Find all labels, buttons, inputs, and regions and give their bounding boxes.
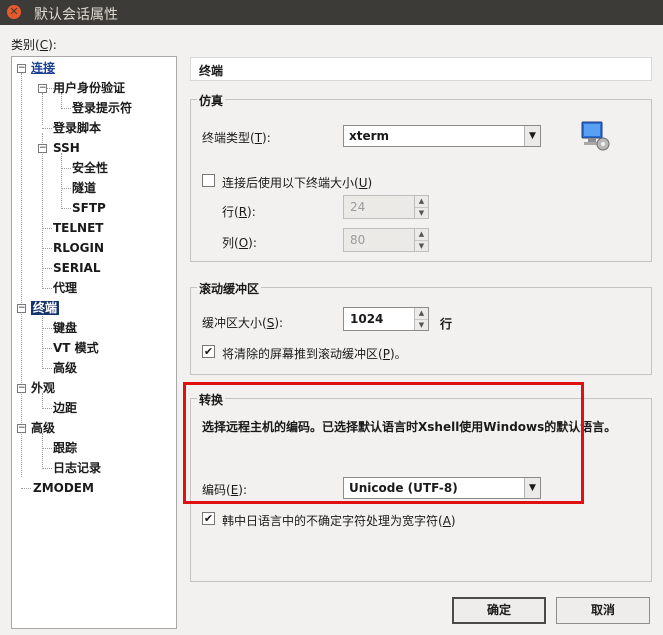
tree-item-connection[interactable]: 连接 [31, 60, 55, 76]
tree-item-terminal[interactable]: 终端 [31, 300, 60, 316]
tree-item-appearance[interactable]: 外观 [31, 380, 55, 396]
spin-down-icon[interactable]: ▼ [415, 207, 428, 218]
rows-spinbox[interactable]: 24 ▲ ▼ [343, 195, 429, 219]
tree-item-rlogin[interactable]: RLOGIN [53, 240, 104, 256]
tree-item-proxy[interactable]: 代理 [53, 280, 77, 296]
tree-item-login-prompts[interactable]: 登录提示符 [72, 100, 132, 116]
spin-up-icon[interactable]: ▲ [415, 196, 428, 207]
section-header: 终端 [190, 57, 652, 81]
emulation-group-title: 仿真 [197, 92, 226, 109]
tree-item-ssh[interactable]: SSH [53, 140, 80, 156]
tree-item-terminal-advanced[interactable]: 高级 [53, 360, 77, 376]
tree-item-security[interactable]: 安全性 [72, 160, 108, 176]
cancel-button[interactable]: 取消 [556, 597, 650, 624]
category-label: 类别(C): [11, 38, 57, 52]
tree-item-tunneling[interactable]: 隧道 [72, 180, 96, 196]
chevron-down-icon[interactable]: ▼ [524, 126, 540, 146]
tree-item-margins[interactable]: 边距 [53, 400, 77, 416]
title-bar: ✕ 默认会话属性 [0, 0, 663, 25]
tree-item-login-scripts[interactable]: 登录脚本 [53, 120, 101, 136]
tree-item-zmodem[interactable]: ZMODEM [33, 480, 94, 496]
rows-label: 行(R): [222, 205, 256, 219]
use-terminal-size-label: 连接后使用以下终端大小(U) [222, 176, 373, 190]
push-to-scrollback-checkbox[interactable]: ✔ [202, 345, 215, 358]
window-title: 默认会话属性 [34, 7, 118, 23]
tree-item-user-auth[interactable]: 用户身份验证 [53, 80, 125, 96]
category-tree[interactable]: − 连接 − 用户身份验证 登录提示符 登录脚本 − SSH 安全性 隧道 SF… [11, 56, 177, 629]
columns-spinbox[interactable]: 80 ▲ ▼ [343, 228, 429, 252]
collapse-icon[interactable]: − [17, 384, 26, 393]
terminal-monitor-icon [578, 119, 612, 153]
collapse-icon[interactable]: − [17, 64, 26, 73]
close-icon[interactable]: ✕ [7, 5, 21, 19]
buffer-size-label: 缓冲区大小(S): [202, 316, 284, 330]
use-terminal-size-checkbox[interactable] [202, 174, 215, 187]
spin-down-icon[interactable]: ▼ [415, 240, 428, 251]
tree-item-telnet[interactable]: TELNET [53, 220, 103, 236]
columns-label: 列(O): [222, 236, 257, 250]
tree-item-logging[interactable]: 日志记录 [53, 460, 101, 476]
buffer-unit-label: 行 [440, 317, 453, 331]
tree-item-serial[interactable]: SERIAL [53, 260, 100, 276]
ok-button[interactable]: 确定 [452, 597, 546, 624]
tree-item-sftp[interactable]: SFTP [72, 200, 106, 216]
terminal-type-select[interactable]: xterm ▼ [343, 125, 541, 147]
highlight-annotation [183, 382, 584, 504]
cjk-wide-char-checkbox[interactable]: ✔ [202, 512, 215, 525]
collapse-icon[interactable]: − [38, 84, 47, 93]
collapse-icon[interactable]: − [17, 424, 26, 433]
buffer-size-spinbox[interactable]: 1024 ▲ ▼ [343, 307, 429, 331]
tree-item-trace[interactable]: 跟踪 [53, 440, 77, 456]
collapse-icon[interactable]: − [38, 144, 47, 153]
tree-item-keyboard[interactable]: 键盘 [53, 320, 77, 336]
cjk-wide-char-label: 韩中日语言中的不确定字符处理为宽字符(A) [222, 514, 456, 528]
collapse-icon[interactable]: − [17, 304, 26, 313]
tree-item-vt-modes[interactable]: VT 模式 [53, 340, 99, 356]
scrollback-group-title: 滚动缓冲区 [197, 280, 262, 297]
spin-up-icon[interactable]: ▲ [415, 308, 428, 319]
push-to-scrollback-label: 将清除的屏幕推到滚动缓冲区(P)。 [222, 347, 407, 361]
spin-down-icon[interactable]: ▼ [415, 319, 428, 330]
tree-item-advanced[interactable]: 高级 [31, 420, 55, 436]
spin-up-icon[interactable]: ▲ [415, 229, 428, 240]
terminal-type-label: 终端类型(T): [202, 131, 271, 145]
